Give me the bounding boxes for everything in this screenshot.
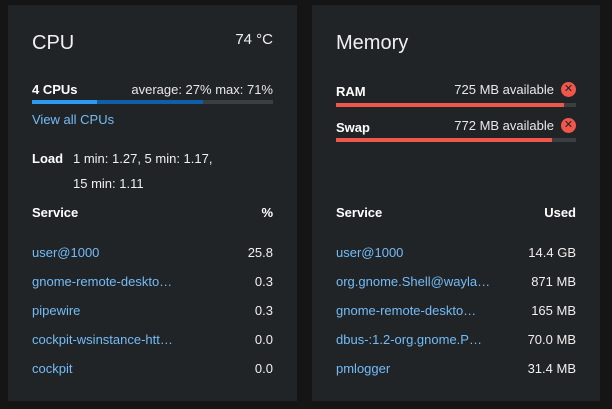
cpu-title: CPU (32, 32, 75, 54)
cpu-count-label: 4 CPUs (32, 82, 78, 97)
table-row: pipewire 0.3 (32, 296, 273, 325)
load-values-line2: 15 min: 1.11 (73, 176, 144, 191)
service-cpu-value: 0.3 (254, 274, 273, 289)
service-link[interactable]: gnome-remote-deskto… (336, 303, 476, 318)
service-link[interactable]: pipewire (32, 303, 80, 318)
service-link[interactable]: pmlogger (336, 361, 390, 376)
table-row: pmlogger 31.4 MB (336, 354, 576, 383)
column-header-service[interactable]: Service (32, 205, 78, 220)
memory-title: Memory (336, 32, 409, 54)
service-link[interactable]: org.gnome.Shell@wayla… (336, 274, 490, 289)
column-header-service[interactable]: Service (336, 205, 382, 220)
service-link[interactable]: cockpit (32, 361, 72, 376)
cpu-usage-stats: average: 27% max: 71% (131, 82, 273, 97)
memory-service-table: Service Used user@1000 14.4 GB org.gnome… (336, 202, 576, 383)
service-cpu-value: 0.0 (254, 361, 273, 376)
table-header: Service Used (336, 202, 576, 224)
table-row: org.gnome.Shell@wayla… 871 MB (336, 267, 576, 296)
cpu-load: Load 1 min: 1.27, 5 min: 1.17, 15 min: 1.1… (32, 146, 273, 196)
service-link[interactable]: gnome-remote-deskto… (32, 274, 172, 289)
table-row: user@1000 14.4 GB (336, 238, 576, 267)
service-cpu-value: 0.0 (254, 332, 273, 347)
cpu-average-fill (32, 100, 98, 104)
table-row: user@1000 25.8 (32, 238, 273, 267)
table-row: gnome-remote-deskto… 165 MB (336, 296, 576, 325)
error-circle-icon: ✕ (561, 118, 576, 133)
service-memory-value: 14.4 GB (528, 245, 576, 260)
swap-usage-bar (336, 138, 576, 142)
cpu-card: CPU 74 °C 4 CPUs average: 27% max: 71% V… (8, 5, 297, 401)
swap-label: Swap (336, 120, 370, 135)
table-row: dbus-:1.2-org.gnome.P… 70.0 MB (336, 325, 576, 354)
ram-usage-bar (336, 103, 576, 107)
column-header-percent[interactable]: % (261, 205, 273, 220)
load-values-line1: 1 min: 1.27, 5 min: 1.17, (73, 151, 213, 166)
cpu-service-table: Service % user@1000 25.8 gnome-remote-de… (32, 202, 273, 383)
service-memory-value: 165 MB (531, 303, 576, 318)
service-memory-value: 70.0 MB (527, 332, 576, 347)
column-header-used[interactable]: Used (544, 205, 576, 220)
ram-available: 725 MB available (454, 82, 554, 97)
table-row: cockpit 0.0 (32, 354, 273, 383)
service-link[interactable]: cockpit-wsinstance-htt… (32, 332, 173, 347)
memory-card: Memory RAM 725 MB available ✕ Swap 772 M… (312, 5, 600, 401)
service-cpu-value: 25.8 (247, 245, 273, 260)
swap-row: Swap 772 MB available ✕ (336, 118, 576, 136)
ram-label: RAM (336, 84, 366, 99)
view-all-cpus-link[interactable]: View all CPUs (32, 112, 114, 127)
service-memory-value: 871 MB (531, 274, 576, 289)
error-circle-icon: ✕ (561, 82, 576, 97)
service-link[interactable]: dbus-:1.2-org.gnome.P… (336, 332, 482, 347)
table-row: cockpit-wsinstance-htt… 0.0 (32, 325, 273, 354)
swap-usage-fill (336, 138, 552, 142)
table-header: Service % (32, 202, 273, 224)
cpu-usage-bar (32, 100, 273, 104)
load-label: Load (32, 151, 64, 166)
service-cpu-value: 0.3 (254, 303, 273, 318)
ram-usage-fill (336, 103, 564, 107)
table-row: gnome-remote-deskto… 0.3 (32, 267, 273, 296)
cpu-usage-row: 4 CPUs average: 27% max: 71% (32, 80, 273, 98)
swap-available: 772 MB available (454, 118, 554, 133)
service-link[interactable]: user@1000 (336, 245, 403, 260)
service-memory-value: 31.4 MB (527, 361, 576, 376)
cpu-temperature: 74 °C (235, 31, 273, 48)
service-link[interactable]: user@1000 (32, 245, 99, 260)
ram-row: RAM 725 MB available ✕ (336, 82, 576, 100)
